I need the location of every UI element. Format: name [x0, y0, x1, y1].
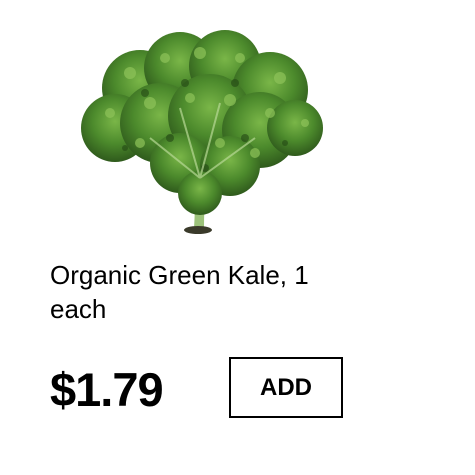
product-name[interactable]: Organic Green Kale, 1 each [50, 258, 370, 326]
product-card: Organic Green Kale, 1 each $1.79 ADD [0, 0, 475, 475]
add-to-cart-button[interactable]: ADD [229, 357, 343, 418]
product-price: $1.79 [50, 363, 164, 416]
kale-icon [81, 30, 323, 234]
kale-image[interactable] [70, 28, 330, 242]
